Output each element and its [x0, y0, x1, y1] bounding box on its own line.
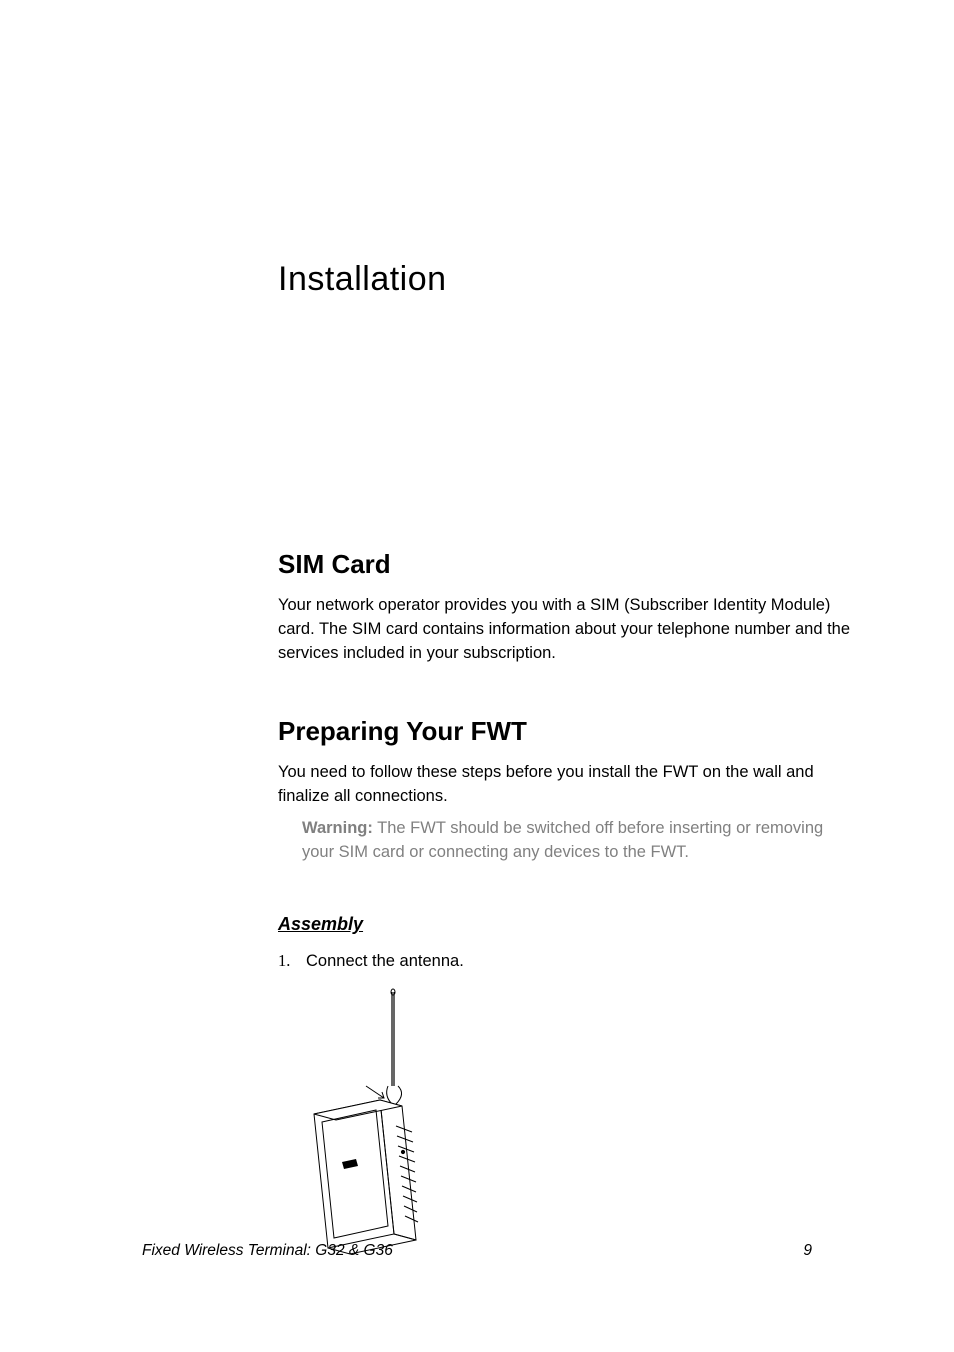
page-footer: Fixed Wireless Terminal: G32 & G36 9: [142, 1242, 812, 1260]
warning-note: Warning: The FWT should be switched off …: [302, 817, 854, 865]
preparing-title: Preparing Your FWT: [278, 716, 854, 747]
preparing-body: You need to follow these steps before yo…: [278, 761, 854, 809]
chapter-title: Installation: [278, 260, 854, 299]
assembly-step-1: 1.Connect the antenna.: [278, 949, 854, 973]
step-number: 1.: [278, 949, 306, 972]
antenna-figure: [284, 986, 854, 1261]
fwt-device-illustration: [284, 986, 504, 1256]
sim-card-title: SIM Card: [278, 549, 854, 580]
warning-text: The FWT should be switched off before in…: [302, 819, 823, 861]
footer-doc-title: Fixed Wireless Terminal: G32 & G36: [142, 1242, 393, 1260]
assembly-title: Assembly: [278, 914, 854, 935]
step-text: Connect the antenna.: [306, 952, 464, 970]
page-content: Installation SIM Card Your network opera…: [0, 0, 954, 1321]
sim-card-body: Your network operator provides you with …: [278, 594, 854, 666]
warning-label: Warning:: [302, 819, 373, 837]
footer-page-number: 9: [803, 1242, 812, 1260]
